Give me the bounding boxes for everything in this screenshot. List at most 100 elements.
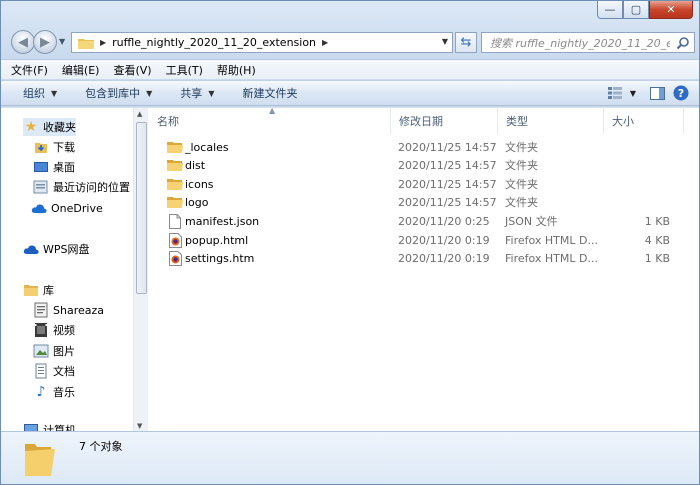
view-options-icon[interactable] — [607, 85, 623, 101]
breadcrumb-separator[interactable]: ▶ — [100, 38, 106, 47]
nav-favorites[interactable]: ★ 收藏夹 — [23, 118, 76, 136]
include-in-library-button[interactable]: 包含到库中 ▼ — [85, 85, 152, 101]
search-placeholder: 搜索 ruffle_nightly_2020_11_20_ext... — [490, 36, 670, 50]
file-row[interactable]: popup.html 2020/11/20 0:19 Firefox HTML … — [167, 231, 670, 249]
nav-videos[interactable]: 视频 — [33, 321, 75, 339]
preview-pane-icon[interactable] — [649, 85, 665, 101]
file-row[interactable]: dist 2020/11/25 14:57 文件夹 — [167, 156, 538, 174]
scroll-up-icon[interactable]: ▲ — [137, 110, 142, 118]
column-header-type[interactable]: 类型 — [498, 108, 604, 134]
chevron-down-icon: ▼ — [51, 88, 58, 98]
nav-pictures[interactable]: 图片 — [33, 342, 75, 360]
file-date: 2020/11/25 14:57 — [398, 195, 497, 209]
library-icon — [23, 282, 39, 298]
column-name-label: 名称 — [157, 115, 179, 128]
organize-label: 组织 — [23, 87, 45, 100]
nav-music[interactable]: ♪ 音乐 — [33, 383, 75, 401]
firefox-html-icon — [167, 250, 183, 266]
nav-recent-places[interactable]: 最近访问的位置 — [33, 178, 130, 196]
breadcrumb-separator[interactable]: ▶ — [322, 38, 328, 47]
refresh-icon: ⇆ — [460, 35, 472, 50]
new-folder-button[interactable]: 新建文件夹 — [242, 85, 297, 101]
menu-bar: 文件(F) 编辑(E) 查看(V) 工具(T) 帮助(H) — [1, 59, 699, 79]
nav-libraries-label: 库 — [43, 284, 54, 297]
nav-wps-drive[interactable]: WPS网盘 — [23, 240, 90, 258]
close-button[interactable]: ✕ — [649, 1, 693, 19]
forward-button[interactable]: ▶ — [33, 30, 57, 54]
back-button[interactable]: ◀ — [11, 30, 35, 54]
scroll-down-icon[interactable]: ▼ — [137, 422, 142, 430]
scrollbar-thumb[interactable] — [136, 122, 147, 294]
menu-file[interactable]: 文件(F) — [11, 62, 48, 78]
explorer-window: — ▢ ✕ ◀ ▶ ▼ ▶ ruffle_nightly_2020_11_20_… — [0, 0, 700, 485]
navigation-pane: ★ 收藏夹 下载 桌面 最近访问的位置 OneDrive WPS网盘 库 Sha… — [1, 108, 148, 432]
column-header-name[interactable]: 名称 ▲ — [149, 106, 391, 134]
navpane-scrollbar[interactable]: ▲ ▼ — [133, 108, 148, 432]
file-type: 文件夹 — [505, 178, 538, 191]
nav-documents-label: 文档 — [53, 365, 75, 378]
file-date: 2020/11/25 14:57 — [398, 140, 497, 154]
nav-videos-label: 视频 — [53, 324, 75, 337]
content-area: ★ 收藏夹 下载 桌面 最近访问的位置 OneDrive WPS网盘 库 Sha… — [1, 106, 699, 432]
nav-onedrive[interactable]: OneDrive — [31, 199, 103, 217]
video-icon — [33, 322, 49, 338]
nav-shareaza[interactable]: Shareaza — [33, 301, 104, 319]
chevron-down-icon[interactable]: ▼ — [625, 85, 641, 101]
chevron-down-icon: ▼ — [208, 88, 215, 98]
firefox-html-icon — [167, 232, 183, 248]
refresh-button[interactable]: ⇆ — [455, 32, 477, 53]
file-name: manifest.json — [185, 214, 260, 228]
file-row[interactable]: manifest.json 2020/11/20 0:25 JSON 文件 1 … — [167, 212, 670, 230]
nav-downloads[interactable]: 下载 — [33, 138, 75, 156]
file-row[interactable]: logo 2020/11/25 14:57 文件夹 — [167, 193, 538, 211]
organize-button[interactable]: 组织 ▼ — [23, 85, 57, 101]
maximize-button[interactable]: ▢ — [623, 1, 649, 19]
file-name: icons — [185, 177, 214, 191]
file-name: popup.html — [185, 233, 249, 247]
help-icon[interactable]: ? — [673, 85, 689, 101]
nav-desktop-label: 桌面 — [53, 161, 75, 174]
wps-cloud-icon — [23, 241, 39, 257]
desktop-icon — [33, 159, 49, 175]
search-input[interactable]: 搜索 ruffle_nightly_2020_11_20_ext... — [481, 32, 695, 53]
file-date: 2020/11/20 0:19 — [398, 233, 490, 247]
column-type-label: 类型 — [506, 115, 528, 128]
menu-edit[interactable]: 编辑(E) — [62, 62, 100, 78]
view-controls: ▼ ? — [599, 85, 689, 101]
file-type: JSON 文件 — [505, 215, 558, 228]
menu-view[interactable]: 查看(V) — [113, 62, 151, 78]
file-date: 2020/11/25 14:57 — [398, 158, 497, 172]
file-row[interactable]: settings.htm 2020/11/20 0:19 Firefox HTM… — [167, 249, 670, 267]
column-size-label: 大小 — [612, 115, 634, 128]
file-row[interactable]: icons 2020/11/25 14:57 文件夹 — [167, 175, 538, 193]
file-type: 文件夹 — [505, 141, 538, 154]
file-type: Firefox HTML D... — [505, 233, 598, 247]
status-bar: 7 个对象 — [1, 431, 699, 484]
address-bar[interactable]: ▶ ruffle_nightly_2020_11_20_extension ▶ … — [71, 32, 453, 53]
nav-documents[interactable]: 文档 — [33, 362, 75, 380]
navigation-row: ◀ ▶ ▼ ▶ ruffle_nightly_2020_11_20_extens… — [7, 29, 695, 55]
nav-downloads-label: 下载 — [53, 141, 75, 154]
column-header-date[interactable]: 修改日期 — [391, 108, 498, 134]
file-name: settings.htm — [185, 251, 255, 265]
chevron-down-icon: ▼ — [146, 88, 153, 98]
address-dropdown[interactable]: ▼ — [442, 37, 448, 46]
share-button[interactable]: 共享 ▼ — [180, 85, 214, 101]
file-type: 文件夹 — [505, 196, 538, 209]
column-date-label: 修改日期 — [399, 115, 443, 128]
breadcrumb-current-folder[interactable]: ruffle_nightly_2020_11_20_extension — [112, 36, 316, 49]
share-label: 共享 — [180, 87, 203, 100]
recent-pages-dropdown[interactable]: ▼ — [59, 37, 65, 46]
command-bar: 组织 ▼ 包含到库中 ▼ 共享 ▼ 新建文件夹 ▼ ? — [1, 80, 699, 106]
menu-tools[interactable]: 工具(T) — [166, 62, 203, 78]
menu-help[interactable]: 帮助(H) — [217, 62, 256, 78]
minimize-button[interactable]: — — [597, 1, 623, 19]
nav-recent-label: 最近访问的位置 — [53, 181, 130, 194]
nav-onedrive-label: OneDrive — [51, 201, 103, 215]
file-size: 4 KB — [644, 233, 670, 247]
nav-desktop[interactable]: 桌面 — [33, 158, 75, 176]
nav-libraries[interactable]: 库 — [23, 281, 54, 299]
star-icon: ★ — [24, 119, 38, 135]
column-header-size[interactable]: 大小 — [604, 108, 684, 134]
file-row[interactable]: _locales 2020/11/25 14:57 文件夹 — [167, 138, 538, 156]
